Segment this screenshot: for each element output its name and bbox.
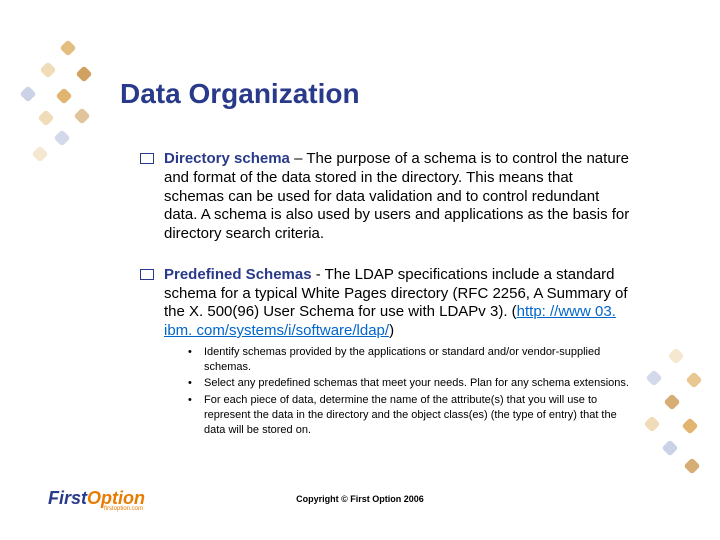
bullet-heading: Directory schema (164, 150, 290, 167)
sub-bullet-icon: • (188, 393, 198, 408)
logo: FirstOption firstoption.com (48, 488, 145, 512)
bullet-text-post: ) (389, 322, 394, 339)
copyright-text: Copyright © First Option 2006 (296, 494, 424, 504)
sub-item: • For each piece of data, determine the … (188, 393, 630, 438)
logo-first: First (48, 488, 87, 508)
logo-option: Option (87, 488, 145, 508)
sub-item: • Select any predefined schemas that mee… (188, 376, 630, 391)
bullet-item: Directory schema – The purpose of a sche… (140, 150, 630, 244)
sub-text: For each piece of data, determine the na… (204, 393, 630, 438)
sub-text: Identify schemas provided by the applica… (204, 345, 630, 375)
bullet-body: Directory schema – The purpose of a sche… (164, 150, 630, 244)
sub-item: • Identify schemas provided by the appli… (188, 345, 630, 375)
bullet-heading: Predefined Schemas (164, 266, 312, 283)
bullet-sep: – (290, 150, 306, 167)
sub-bullet-icon: • (188, 345, 198, 360)
page-title: Data Organization (120, 78, 360, 110)
bullet-sep: - (312, 266, 325, 283)
bullet-item: Predefined Schemas - The LDAP specificat… (140, 266, 630, 440)
sub-list: • Identify schemas provided by the appli… (188, 345, 630, 438)
square-bullet-icon (140, 269, 154, 280)
sub-text: Select any predefined schemas that meet … (204, 376, 629, 391)
sub-bullet-icon: • (188, 376, 198, 391)
decoration-dots-top (0, 30, 120, 210)
content-area: Directory schema – The purpose of a sche… (140, 150, 630, 462)
square-bullet-icon (140, 153, 154, 164)
bullet-body: Predefined Schemas - The LDAP specificat… (164, 266, 630, 440)
